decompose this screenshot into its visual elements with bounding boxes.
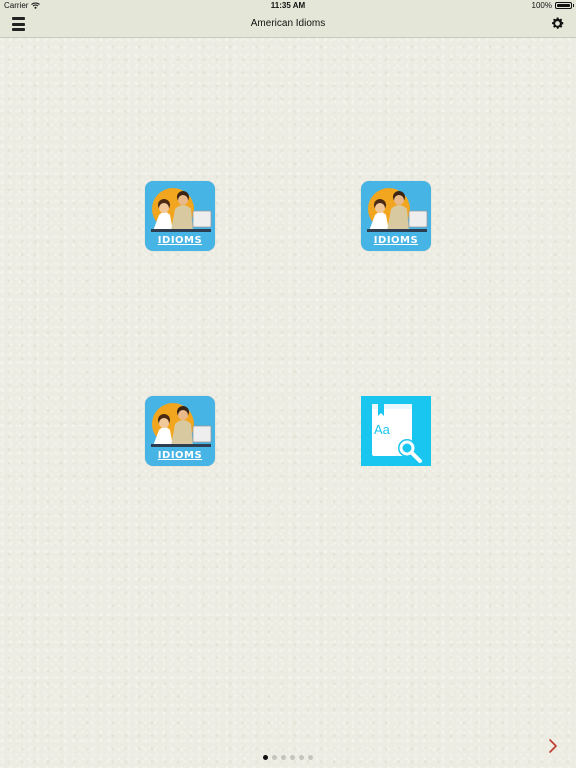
- idioms-app-label: IDIOMS: [157, 450, 203, 461]
- battery-fill: [557, 4, 570, 7]
- idioms-app-icon: IDIOMS: [145, 181, 215, 251]
- idioms-app-label: IDIOMS: [157, 235, 203, 246]
- page-indicator[interactable]: [0, 755, 576, 760]
- page-dot[interactable]: [308, 755, 313, 760]
- battery-percent: 100%: [531, 1, 552, 10]
- page-dot[interactable]: [290, 755, 295, 760]
- idioms-app-1[interactable]: IDIOMS: [145, 181, 215, 251]
- page-dot[interactable]: [299, 755, 304, 760]
- page-dot[interactable]: [272, 755, 277, 760]
- idioms-app-2[interactable]: IDIOMS: [361, 181, 431, 251]
- status-bar: Carrier 11:35 AM 100%: [0, 0, 576, 12]
- idioms-app-icon: IDIOMS: [361, 181, 431, 251]
- page-title: American Idioms: [250, 18, 326, 29]
- page-dot[interactable]: [281, 755, 286, 760]
- dictionary-glyph: Aa: [374, 422, 391, 437]
- battery-group: 100%: [531, 1, 574, 10]
- page-dot[interactable]: [263, 755, 268, 760]
- idioms-app-3[interactable]: IDIOMS: [145, 396, 215, 466]
- gear-icon[interactable]: [550, 16, 565, 31]
- book-search-graphic: Aa: [372, 404, 422, 463]
- idioms-app-label: IDIOMS: [373, 235, 419, 246]
- chevron-right-icon[interactable]: [547, 738, 559, 754]
- status-time: 11:35 AM: [270, 1, 306, 10]
- dictionary-search-icon: Aa: [361, 396, 431, 466]
- navigation-bar: American Idioms: [0, 12, 576, 38]
- dictionary-app[interactable]: Aa: [361, 396, 431, 466]
- battery-icon: [555, 2, 574, 9]
- idioms-app-icon: IDIOMS: [145, 396, 215, 466]
